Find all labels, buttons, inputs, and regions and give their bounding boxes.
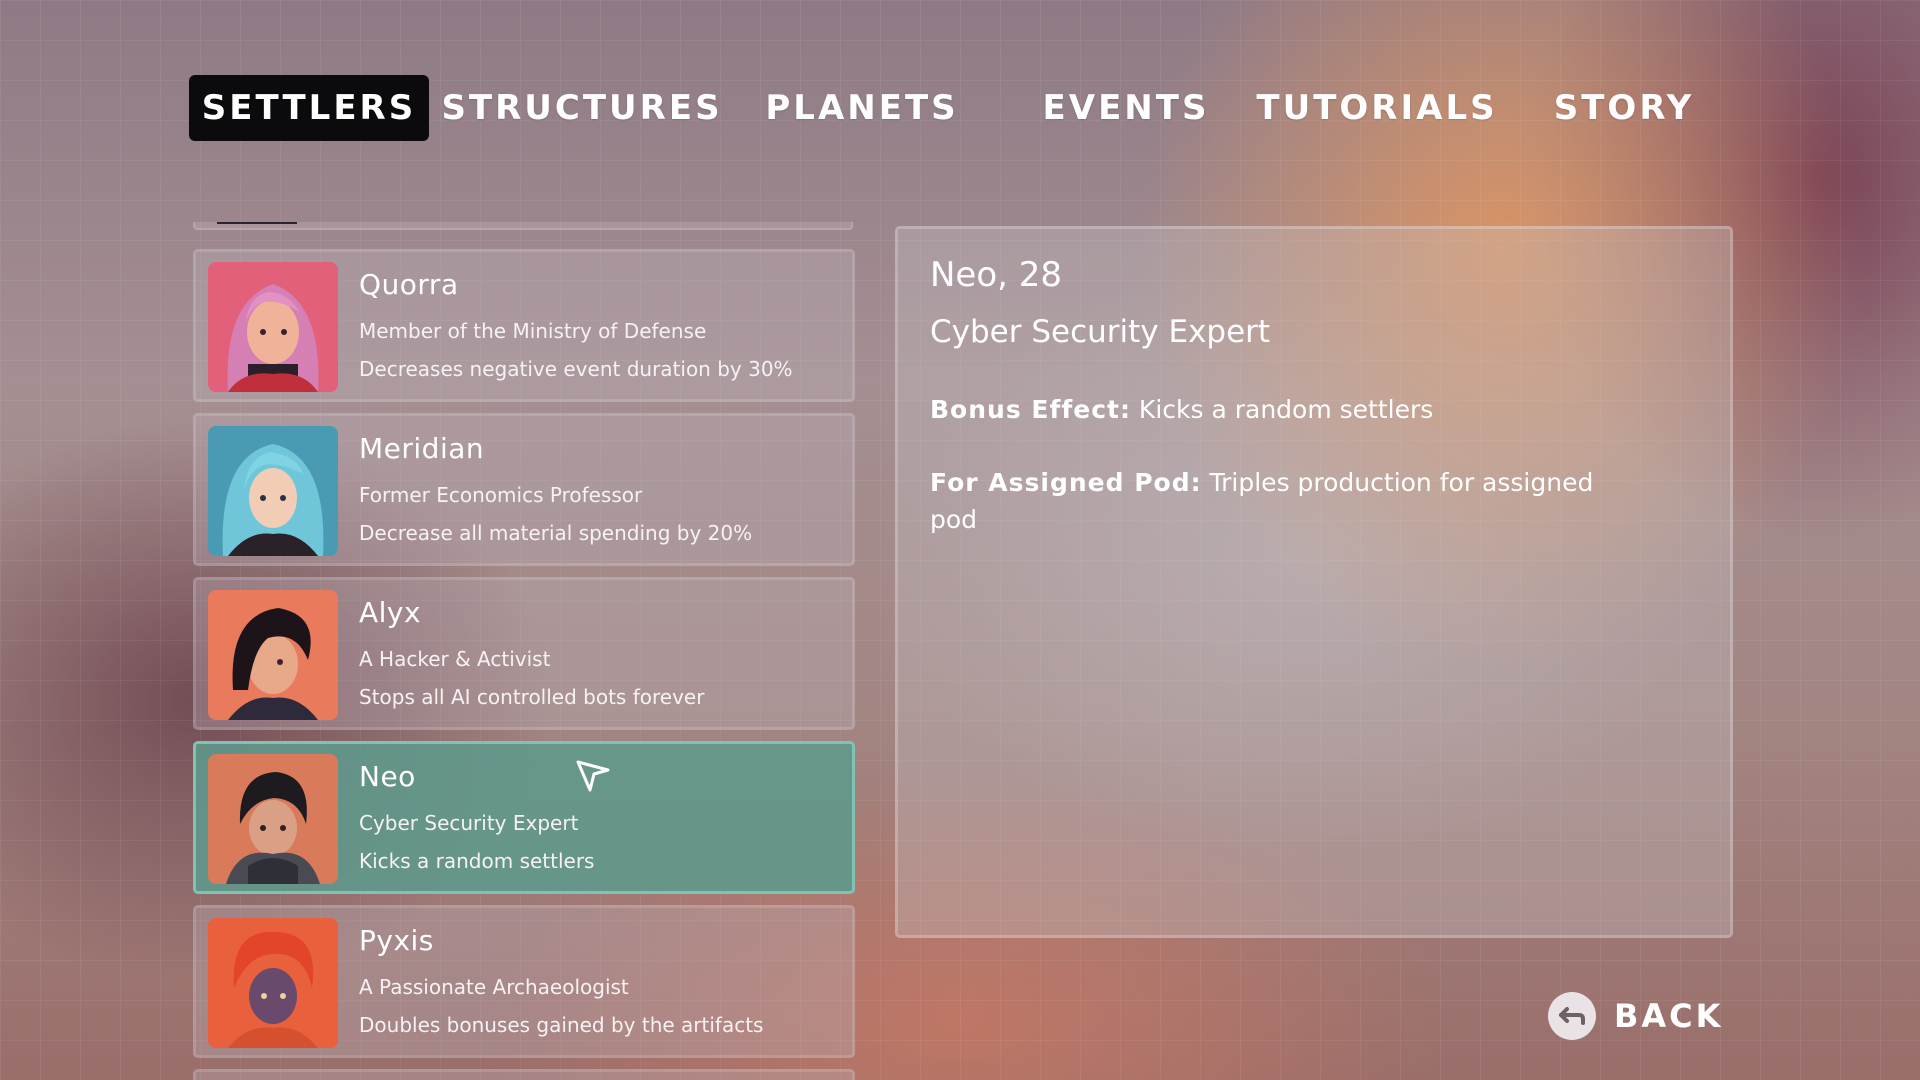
settler-name: Alyx [359,596,422,629]
back-label: BACK [1614,997,1724,1035]
settler-role: A Passionate Archaeologist [359,975,629,999]
tab-settlers[interactable]: SETTLERS [189,75,429,141]
tab-structures[interactable]: STRUCTURES [441,75,723,141]
settler-detail-panel: Neo, 28 Cyber Security Expert Bonus Effe… [895,226,1733,938]
alyx-portrait [208,590,338,720]
category-tabs: SETTLERS STRUCTURES PLANETS EVENTS TUTOR… [189,75,1749,141]
settler-role: Member of the Ministry of Defense [359,319,707,343]
settler-effect: Decrease all material spending by 20% [359,521,753,545]
detail-name-age: Neo, 28 [930,255,1063,295]
detail-assigned-pod: For Assigned Pod: Triples production for… [930,464,1610,538]
settler-name: Pyxis [359,924,434,957]
mouse-cursor-icon [576,760,610,794]
settler-role: Former Economics Professor [359,483,643,507]
meridian-portrait [208,426,338,556]
assigned-pod-label: For Assigned Pod: [930,468,1202,497]
settler-list[interactable]: Quorra Member of the Ministry of Defense… [193,222,855,1080]
quorra-portrait [208,262,338,392]
settler-card-neo[interactable]: Neo Cyber Security Expert Kicks a random… [193,741,855,894]
tab-planets[interactable]: PLANETS [757,75,967,141]
settler-effect: Decreases negative event duration by 30% [359,357,793,381]
settler-effect: Stops all AI controlled bots forever [359,685,705,709]
settler-effect: Doubles bonuses gained by the artifacts [359,1013,764,1037]
settler-card-meridian[interactable]: Meridian Former Economics Professor Decr… [193,413,855,566]
tab-story[interactable]: STORY [1549,75,1699,141]
tab-events[interactable]: EVENTS [1037,75,1215,141]
settler-name: Quorra [359,268,459,301]
pyxis-portrait [208,918,338,1048]
settler-effect: Kicks a random settlers [359,849,595,873]
tab-tutorials[interactable]: TUTORIALS [1256,75,1495,141]
settler-name: Neo [359,760,416,793]
detail-role: Cyber Security Expert [930,314,1271,350]
settler-role: Cyber Security Expert [359,811,579,835]
settler-role: A Hacker & Activist [359,647,551,671]
settler-card-partial[interactable] [193,1069,855,1080]
detail-bonus-effect: Bonus Effect: Kicks a random settlers [930,391,1610,428]
settler-name: Meridian [359,432,485,465]
settler-card-quorra[interactable]: Quorra Member of the Ministry of Defense… [193,249,855,402]
list-item-partial[interactable] [193,222,853,230]
settler-card-pyxis[interactable]: Pyxis A Passionate Archaeologist Doubles… [193,905,855,1058]
neo-portrait [208,754,338,884]
settler-card-alyx[interactable]: Alyx A Hacker & Activist Stops all AI co… [193,577,855,730]
back-button[interactable]: BACK [1548,990,1723,1042]
bonus-effect-text: Kicks a random settlers [1138,395,1434,424]
back-arrow-icon [1548,992,1596,1040]
bonus-effect-label: Bonus Effect: [930,395,1131,424]
